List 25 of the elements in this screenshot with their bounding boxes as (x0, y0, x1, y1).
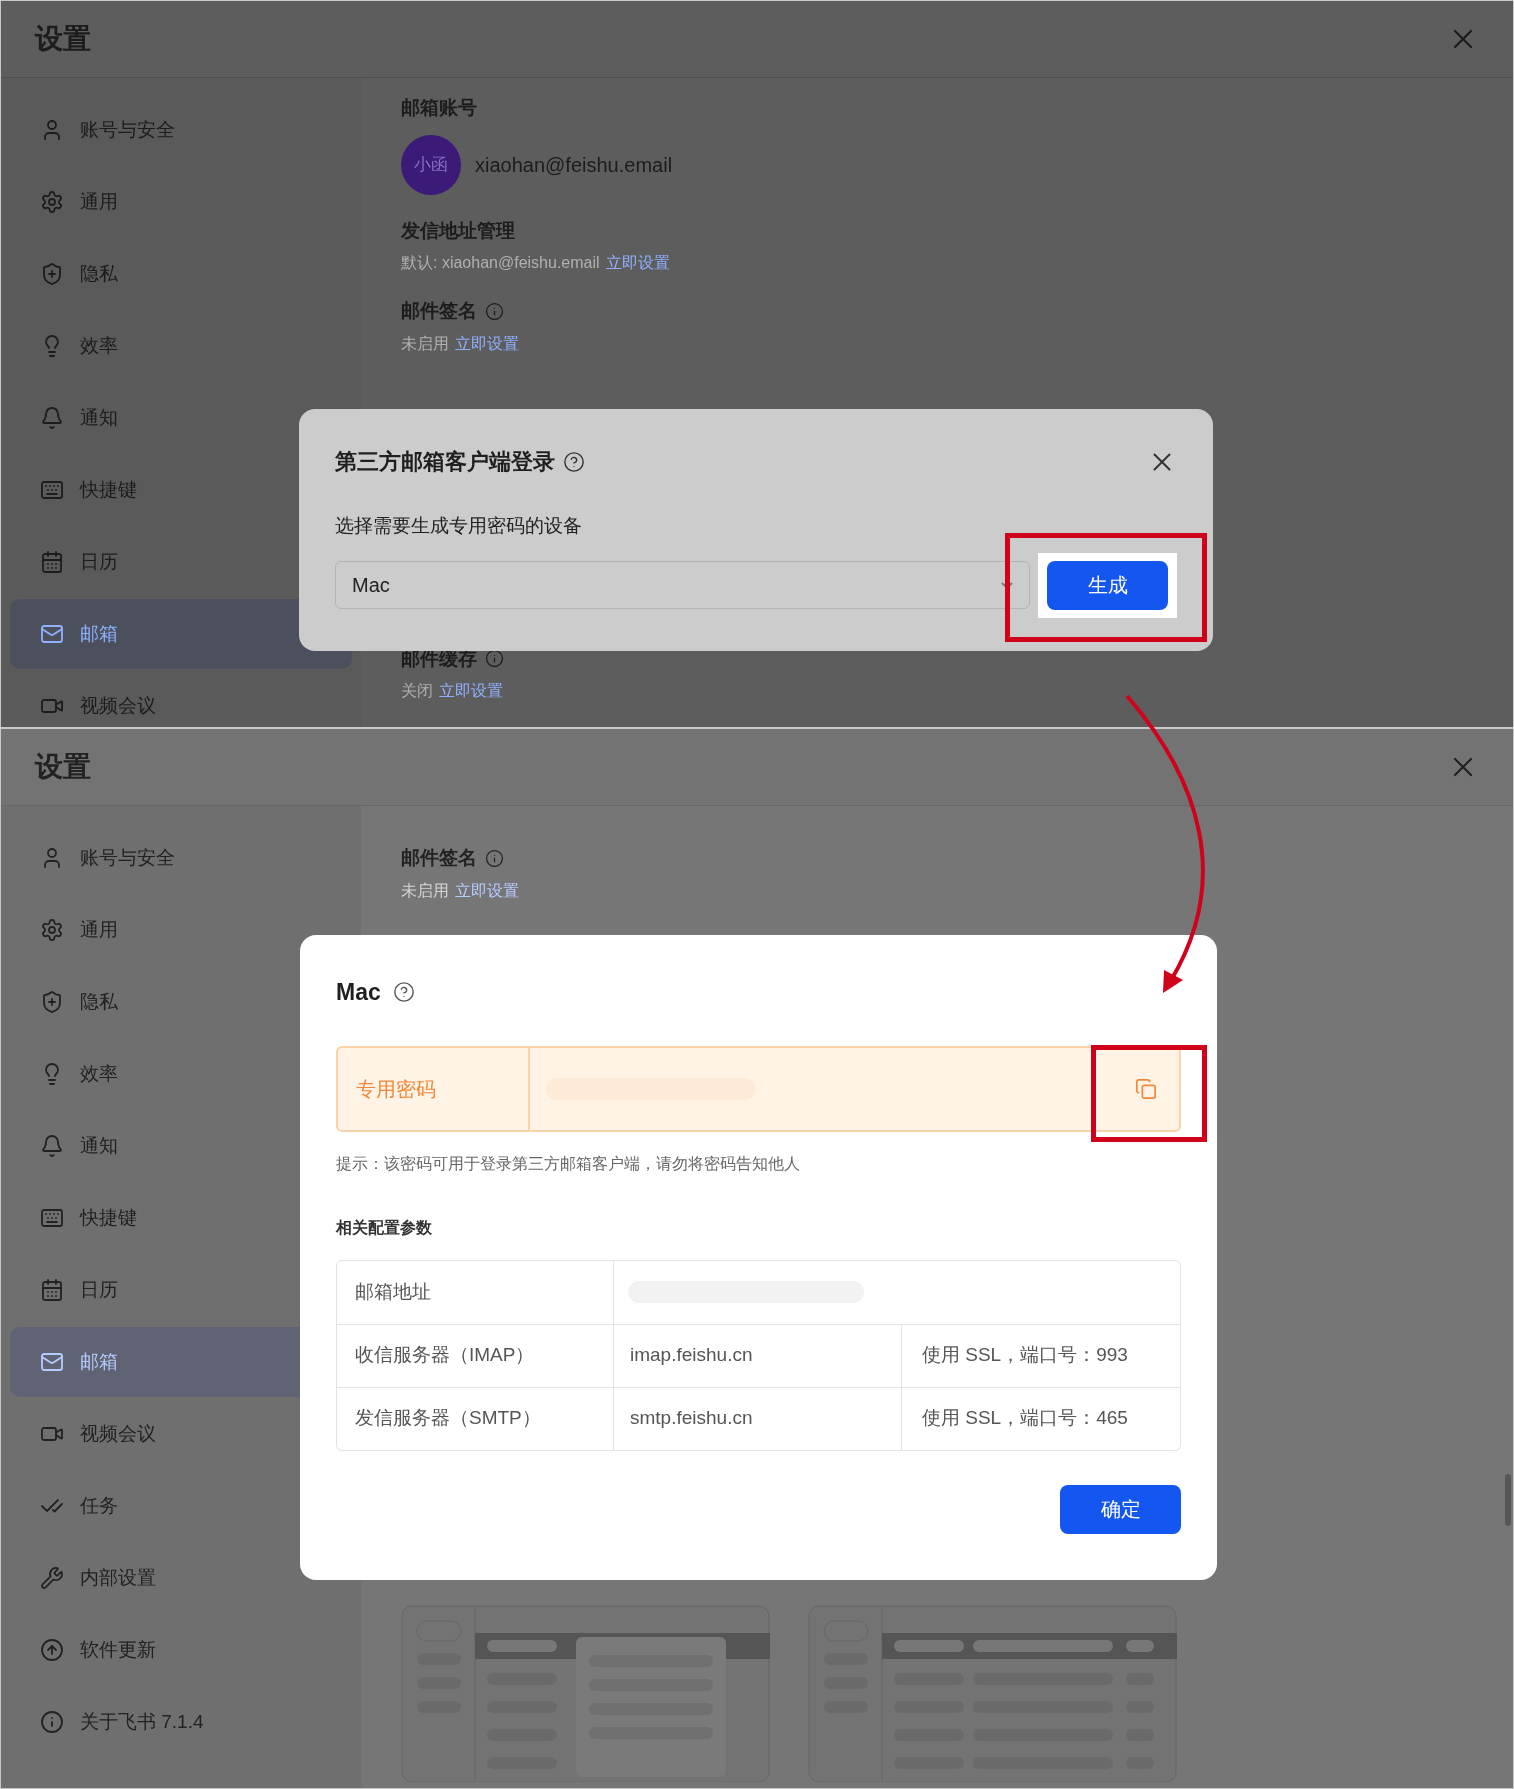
hint-text: 提示：该密码可用于登录第三方邮箱客户端，请勿将密码告知他人 (336, 1153, 801, 1174)
status-text: 未启用 (401, 880, 449, 901)
table-cell-text: 使用 SSL，端口号：993 (922, 1343, 1128, 1368)
table-cell-text: 发信服务器（SMTP） (355, 1406, 541, 1431)
section-title: 发信地址管理 (401, 218, 515, 243)
section-title: 相关配置参数 (336, 1217, 433, 1238)
field-label: 专用密码 (356, 1076, 436, 1102)
table-cell-text: smtp.feishu.cn (630, 1406, 753, 1431)
section-title: 邮件签名 (401, 846, 477, 870)
dialog-title: Mac (336, 978, 381, 1007)
table-cell-text: 使用 SSL，端口号：465 (922, 1406, 1128, 1431)
dialog-title: 第三方邮箱客户端登录 (335, 448, 555, 476)
field-label: 选择需要生成专用密码的设备 (335, 514, 583, 538)
table-cell-text: 邮箱地址 (355, 1279, 431, 1304)
section-title: 邮件签名 (401, 299, 477, 323)
window-title: 设置 (35, 750, 91, 784)
status-text: 关闭 (401, 681, 433, 701)
email-address: xiaohan@feishu.email (475, 152, 673, 178)
status-text: 默认: xiaohan@feishu.email (401, 253, 600, 273)
table-cell-text: imap.feishu.cn (630, 1343, 753, 1368)
avatar: 小函 (401, 134, 461, 195)
window-title: 设置 (35, 22, 91, 56)
section-title: 邮箱账号 (401, 96, 478, 120)
status-text: 未启用 (401, 333, 449, 354)
table-cell-text: 收信服务器（IMAP） (355, 1343, 535, 1368)
